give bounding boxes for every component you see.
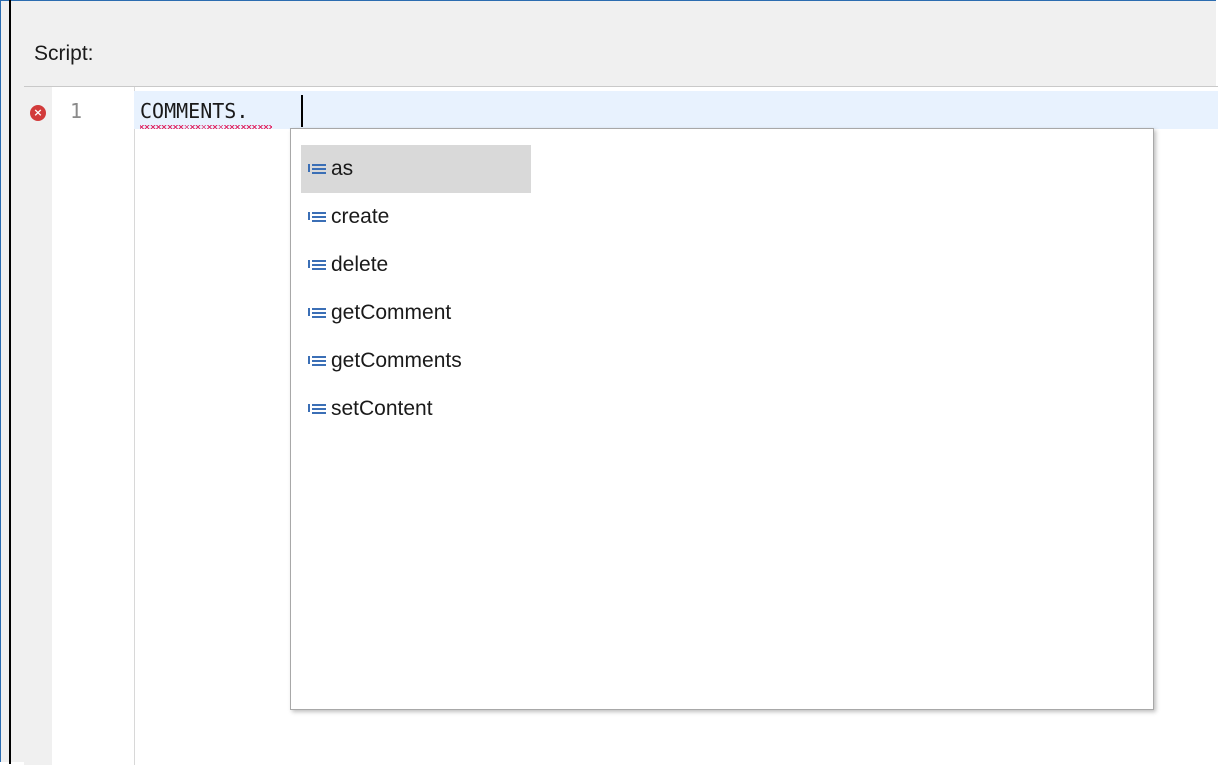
completion-item-getcomment[interactable]: getComment	[301, 289, 531, 337]
completion-item-delete[interactable]: delete	[301, 241, 531, 289]
completion-item-label: getComment	[331, 301, 452, 324]
line-number-ruler	[52, 87, 135, 765]
error-squiggle	[140, 125, 272, 129]
text-caret	[301, 95, 303, 127]
completion-item-label: as	[331, 157, 354, 180]
method-icon	[307, 402, 329, 416]
completion-item-setcontent[interactable]: setContent	[301, 385, 531, 433]
line-number: 1	[70, 99, 83, 123]
method-icon	[307, 258, 329, 272]
panel-left-border	[9, 0, 11, 764]
method-icon	[307, 354, 329, 368]
current-line-highlight	[134, 91, 1218, 129]
completion-item-label: create	[331, 205, 390, 228]
script-label: Script:	[34, 42, 94, 65]
completion-item-as[interactable]: as	[301, 145, 531, 193]
completion-item-create[interactable]: create	[301, 193, 531, 241]
completion-item-getcomments[interactable]: getComments	[301, 337, 531, 385]
method-icon	[307, 306, 329, 320]
completion-item-label: getComments	[331, 349, 462, 372]
completion-item-label: setContent	[331, 397, 433, 420]
method-icon	[307, 210, 329, 224]
annotation-gutter	[24, 87, 52, 765]
content-assist-popup: as create delete getComment getComments …	[290, 128, 1154, 710]
error-icon[interactable]: ×	[30, 105, 46, 121]
completion-item-label: delete	[331, 253, 389, 276]
method-icon	[307, 162, 329, 176]
code-line[interactable]: COMMENTS.	[140, 99, 248, 123]
